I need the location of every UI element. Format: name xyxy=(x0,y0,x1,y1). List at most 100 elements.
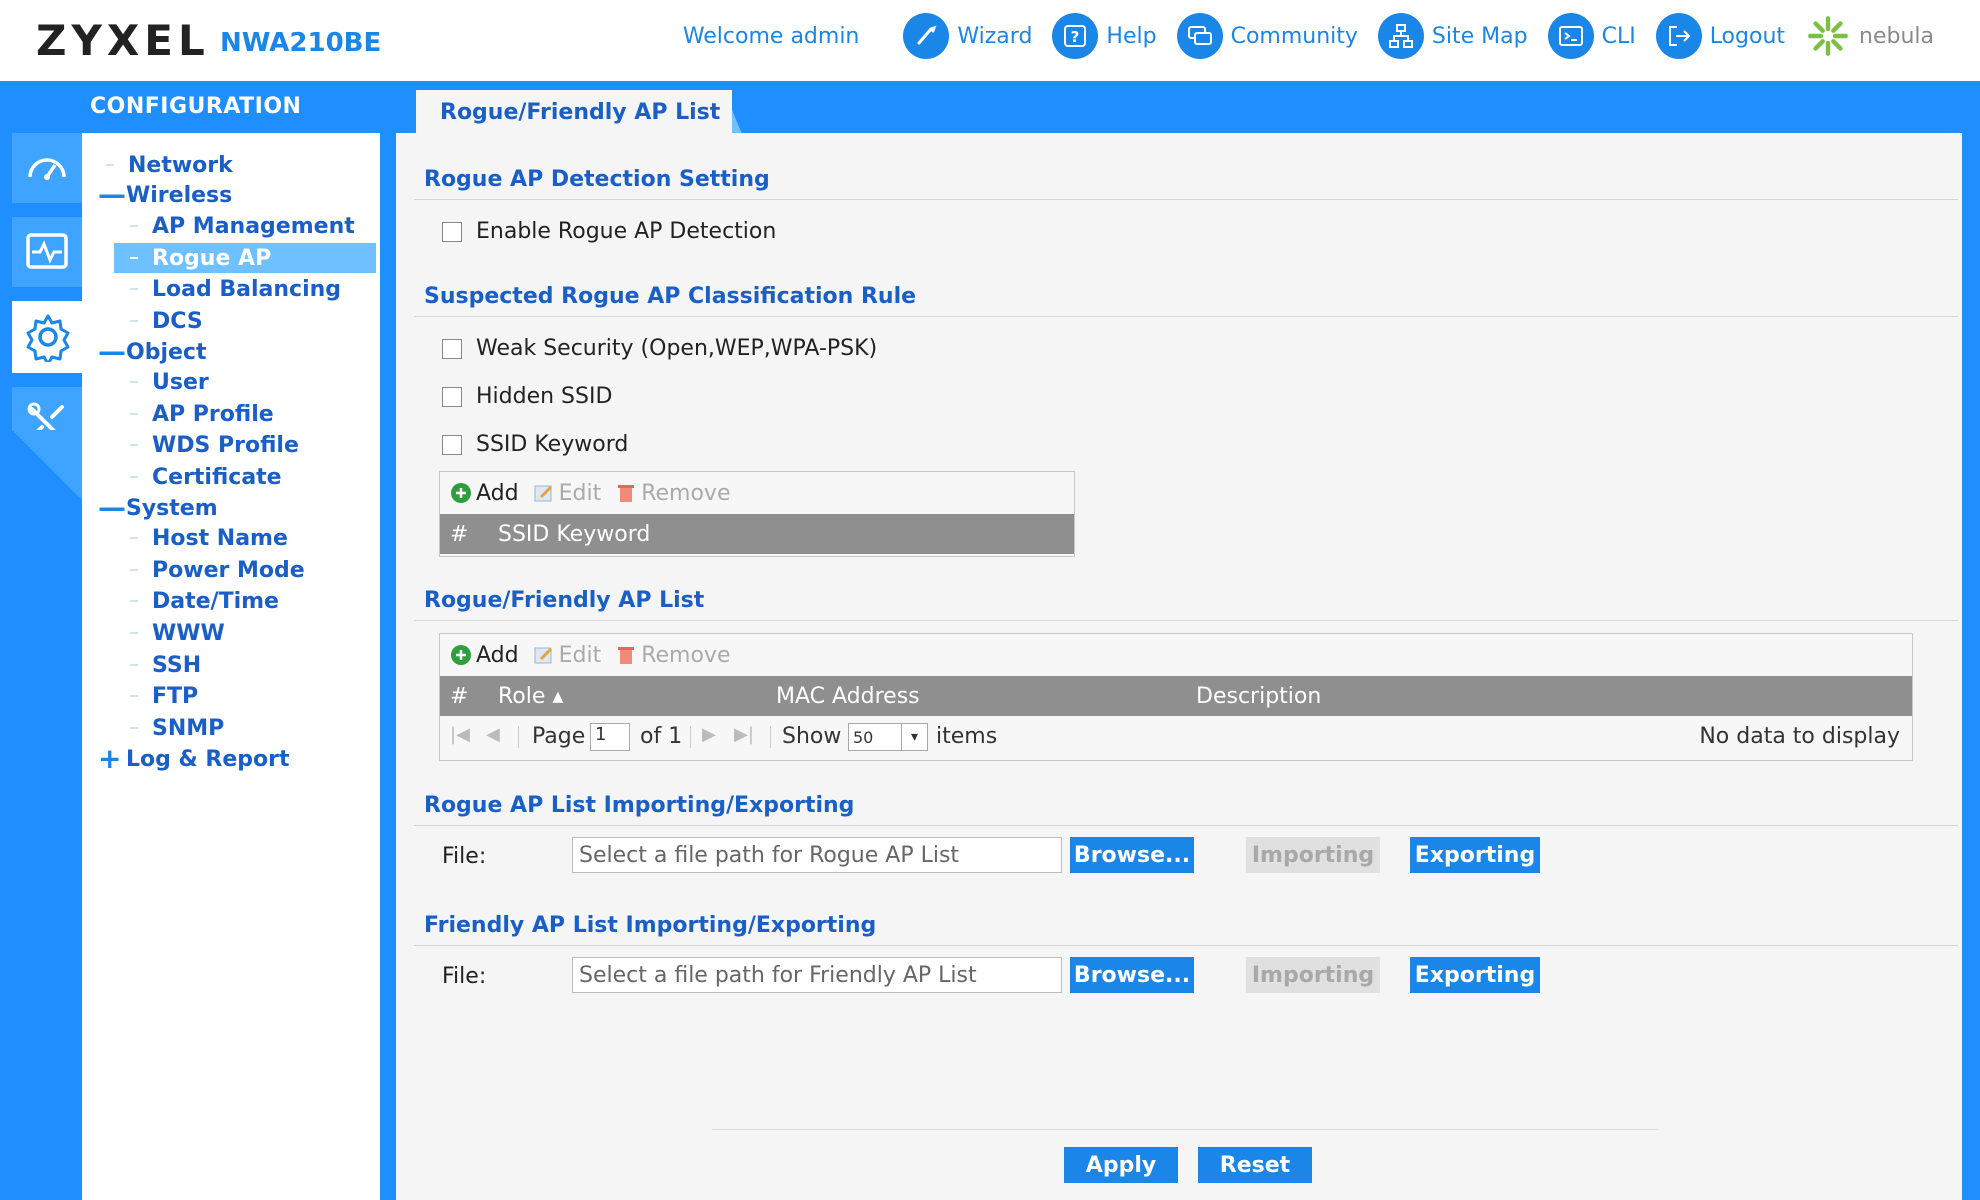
checkbox-box xyxy=(442,338,462,359)
configuration-label: CONFIGURATION xyxy=(90,94,302,119)
tree-host-name[interactable]: Host Name xyxy=(130,523,288,553)
logout-link[interactable]: Logout xyxy=(1655,13,1786,59)
friendly-file-input[interactable]: Select a file path for Friendly AP List xyxy=(572,957,1062,993)
tree-dcs[interactable]: DCS xyxy=(130,306,203,336)
first-page-icon[interactable]: |◀ xyxy=(450,724,470,745)
wizard-link[interactable]: Wizard xyxy=(903,13,1032,59)
collapse-icon: — xyxy=(98,335,126,368)
friendly-importing-button[interactable]: Importing xyxy=(1246,957,1380,993)
cli-link[interactable]: CLI xyxy=(1547,13,1636,59)
column-role[interactable]: Role ▴ xyxy=(498,684,563,709)
friendly-io-section-title: Friendly AP List Importing/Exporting xyxy=(424,913,877,938)
tab-rogue-friendly-ap-list[interactable]: Rogue/Friendly AP List xyxy=(416,90,732,134)
tree-system[interactable]: — System xyxy=(98,493,218,523)
tree-snmp[interactable]: SNMP xyxy=(130,713,224,743)
last-page-icon[interactable]: ▶| xyxy=(734,724,754,745)
rogue-file-input[interactable]: Select a file path for Rogue AP List xyxy=(572,837,1062,873)
prev-page-icon[interactable]: ◀ xyxy=(486,724,500,745)
ap-list-pager: |◀ ◀ Page 1 of 1 ▶ ▶| Show 50 ▾ items No… xyxy=(440,716,1912,758)
community-icon xyxy=(1176,13,1223,59)
strip-decoration xyxy=(12,430,82,500)
tree-user[interactable]: User xyxy=(130,367,209,397)
ap-remove-button[interactable]: Remove xyxy=(615,643,730,668)
ssid-keyword-grid: Add Edit Remove # SSID Keyword xyxy=(439,471,1075,557)
dashboard-icon xyxy=(28,158,66,180)
checkbox-box xyxy=(442,386,462,407)
tree-wireless[interactable]: — Wireless xyxy=(98,180,232,210)
items-label: items xyxy=(936,724,998,749)
checkbox-box xyxy=(442,434,462,455)
tree-load-balancing[interactable]: Load Balancing xyxy=(130,274,341,304)
ssid-keyword-checkbox[interactable]: SSID Keyword xyxy=(442,432,628,457)
ap-list-section-title: Rogue/Friendly AP List xyxy=(424,588,705,613)
trash-icon xyxy=(618,485,635,502)
configuration-button[interactable] xyxy=(12,301,84,373)
edit-icon xyxy=(534,485,552,502)
collapse-icon: — xyxy=(98,491,126,524)
column-mac-address[interactable]: MAC Address xyxy=(776,684,920,709)
classification-section-title: Suspected Rogue AP Classification Rule xyxy=(424,284,917,309)
tree-rogue-ap[interactable]: Rogue AP xyxy=(114,243,376,273)
tree-ap-profile[interactable]: AP Profile xyxy=(130,399,274,429)
gear-icon xyxy=(26,314,70,362)
apply-button[interactable]: Apply xyxy=(1064,1147,1178,1183)
nebula-label: nebula xyxy=(1859,23,1934,49)
hidden-ssid-checkbox[interactable]: Hidden SSID xyxy=(442,384,612,409)
page-size-select[interactable]: 50 ▾ xyxy=(848,723,928,751)
add-icon xyxy=(451,645,471,665)
wizard-label: Wizard xyxy=(957,23,1033,49)
tree-object[interactable]: — Object xyxy=(98,337,206,367)
rogue-browse-button[interactable]: Browse... xyxy=(1070,837,1194,873)
ssid-edit-button[interactable]: Edit xyxy=(533,481,601,506)
dashboard-button[interactable] xyxy=(12,133,82,203)
friendly-exporting-button[interactable]: Exporting xyxy=(1410,957,1540,993)
next-page-icon[interactable]: ▶ xyxy=(702,724,716,745)
tree-wds-profile[interactable]: WDS Profile xyxy=(130,430,299,460)
tree-network[interactable]: Network xyxy=(106,150,233,180)
page-count-label: of 1 xyxy=(640,724,683,749)
community-link[interactable]: Community xyxy=(1176,13,1358,59)
reset-button[interactable]: Reset xyxy=(1198,1147,1312,1183)
expand-icon: + xyxy=(98,742,122,775)
device-model: NWA210BE xyxy=(220,28,382,58)
collapse-icon: — xyxy=(98,178,126,211)
help-link[interactable]: ? Help xyxy=(1052,13,1157,59)
rogue-io-section-title: Rogue AP List Importing/Exporting xyxy=(424,793,855,818)
site-map-link[interactable]: Site Map xyxy=(1377,13,1528,59)
tab-accent xyxy=(732,110,742,134)
weak-security-checkbox[interactable]: Weak Security (Open,WEP,WPA-PSK) xyxy=(442,336,877,361)
ap-list-toolbar: Add Edit Remove xyxy=(440,634,1912,676)
tree-ssh[interactable]: SSH xyxy=(130,650,201,680)
ssid-remove-button[interactable]: Remove xyxy=(615,481,730,506)
monitor-icon xyxy=(26,233,68,269)
nebula-link[interactable]: nebula xyxy=(1805,13,1934,59)
add-icon xyxy=(451,483,471,503)
show-label: Show xyxy=(782,724,842,749)
tree-ap-management[interactable]: AP Management xyxy=(130,211,355,241)
brand-logo: ZYXEL xyxy=(36,16,210,65)
tree-power-mode[interactable]: Power Mode xyxy=(130,555,305,585)
tree-ftp[interactable]: FTP xyxy=(130,681,198,711)
tree-log-report[interactable]: + Log & Report xyxy=(98,744,289,774)
column-description[interactable]: Description xyxy=(1196,684,1321,709)
help-icon: ? xyxy=(1052,13,1099,59)
friendly-browse-button[interactable]: Browse... xyxy=(1070,957,1194,993)
ssid-add-button[interactable]: Add xyxy=(450,481,519,506)
welcome-text: Welcome admin xyxy=(682,23,860,49)
logout-label: Logout xyxy=(1709,23,1786,49)
nebula-logo-icon xyxy=(1805,13,1851,59)
tree-certificate[interactable]: Certificate xyxy=(130,462,282,492)
community-label: Community xyxy=(1230,23,1358,49)
ap-add-button[interactable]: Add xyxy=(450,643,519,668)
top-nav: Welcome admin Wizard ? Help Community Si… xyxy=(683,8,1934,64)
enable-rogue-detection-checkbox[interactable]: Enable Rogue AP Detection xyxy=(442,219,776,244)
tree-www[interactable]: WWW xyxy=(130,618,225,648)
rogue-exporting-button[interactable]: Exporting xyxy=(1410,837,1540,873)
page-number-input[interactable]: 1 xyxy=(590,723,630,751)
divider xyxy=(414,825,1958,826)
tree-date-time[interactable]: Date/Time xyxy=(130,586,279,616)
column-ssid-keyword[interactable]: SSID Keyword xyxy=(498,522,650,547)
rogue-importing-button[interactable]: Importing xyxy=(1246,837,1380,873)
ap-edit-button[interactable]: Edit xyxy=(533,643,601,668)
monitor-button[interactable] xyxy=(12,217,82,287)
